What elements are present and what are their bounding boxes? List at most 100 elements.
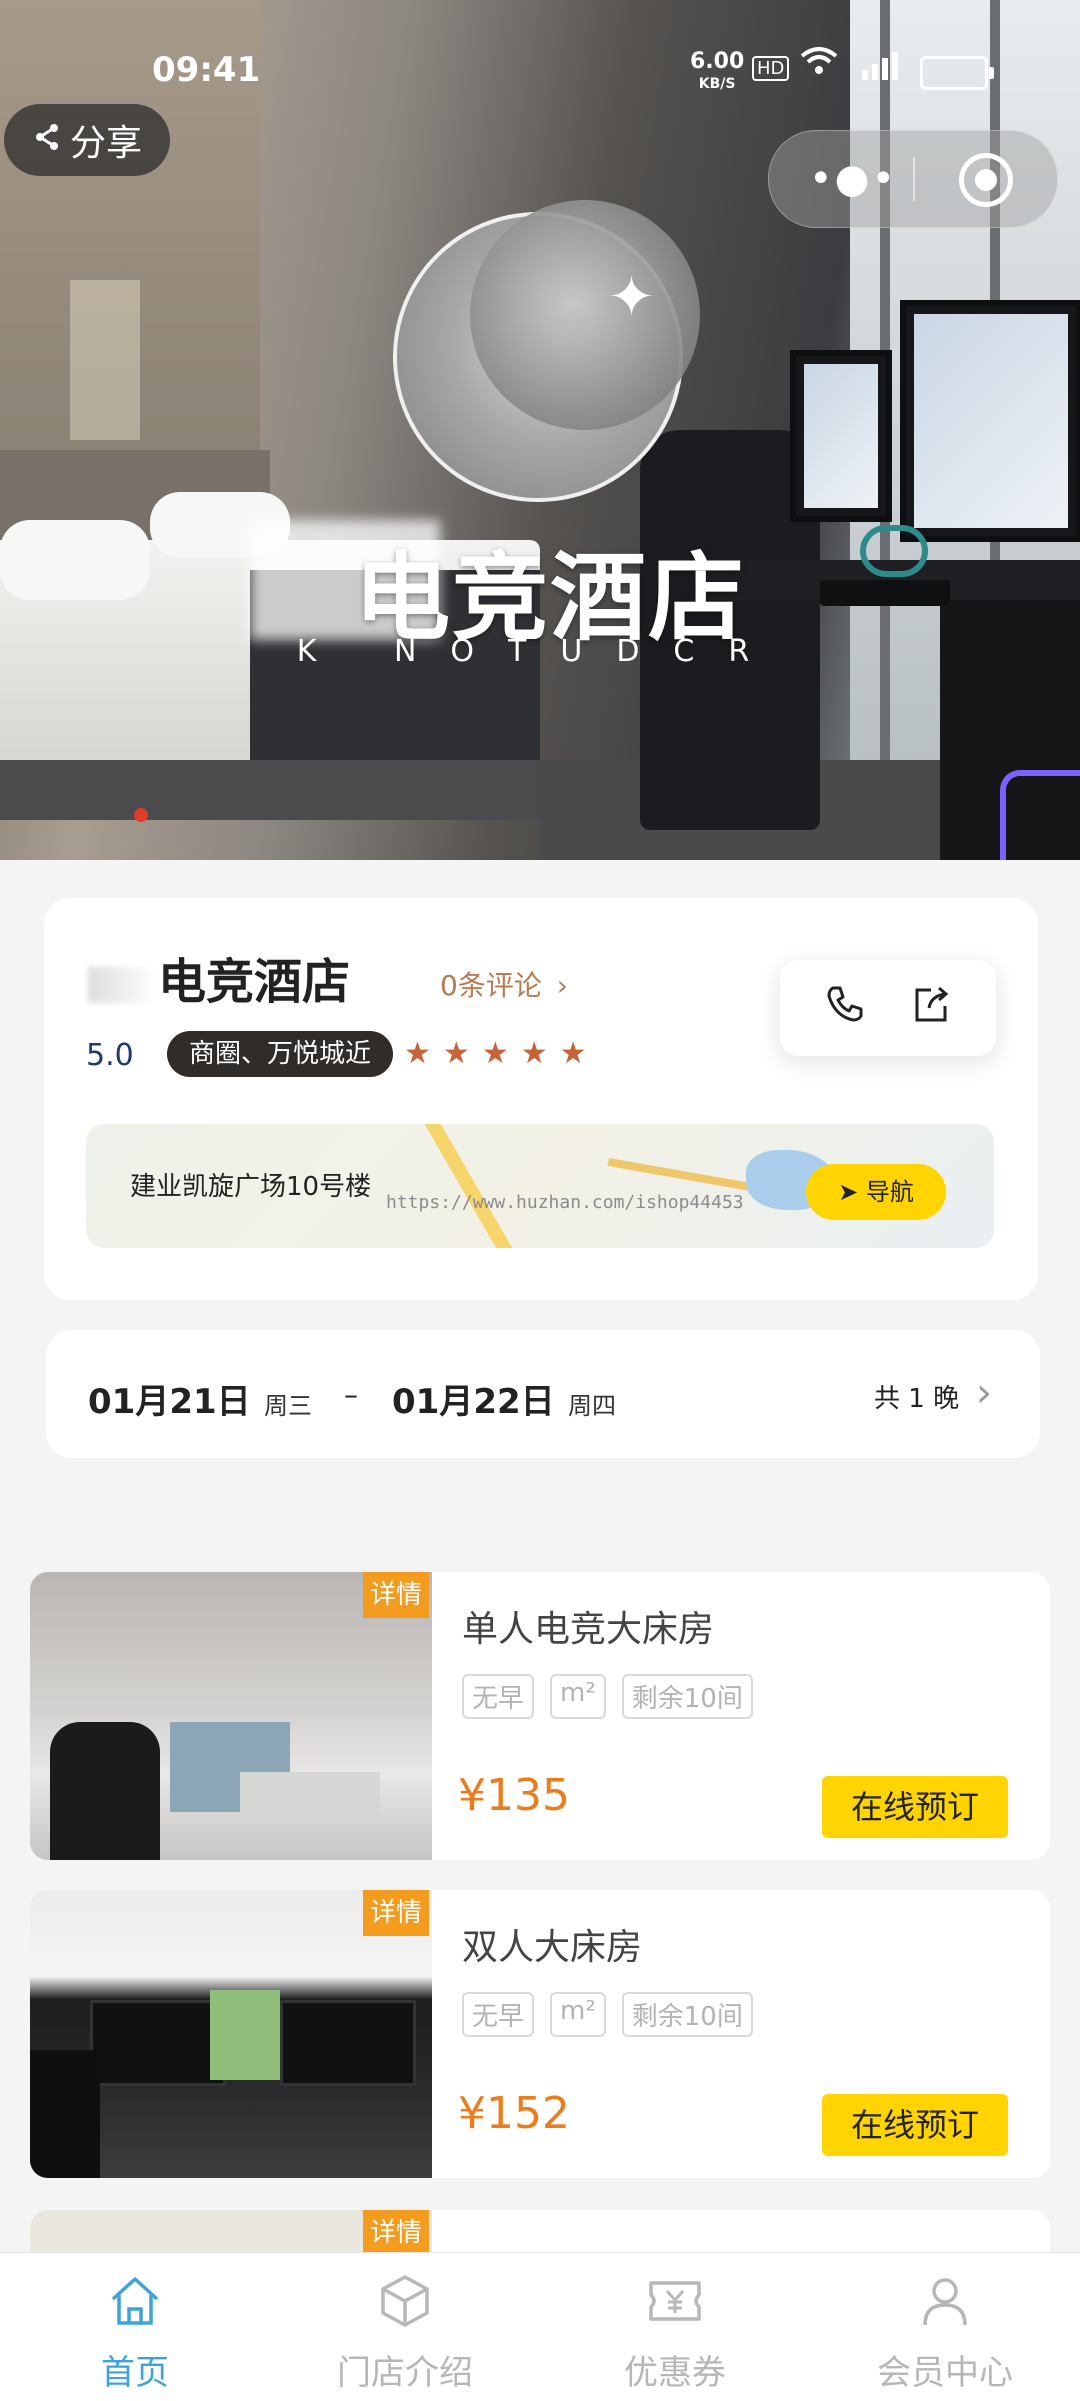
- share-button[interactable]: 分享: [4, 104, 170, 176]
- hotel-info-card: 电竞酒店 0条评论 › 5.0 商圈、万悦城近 ★★★★★ 建业凯旋广场10号楼…: [44, 898, 1038, 1300]
- user-icon: [915, 2271, 975, 2331]
- room-chip: m²: [550, 1992, 606, 2037]
- navigate-arrow-icon: ➤: [838, 1178, 859, 1206]
- reviews-link[interactable]: 0条评论 ›: [440, 964, 568, 1004]
- book-online-button[interactable]: 在线预订: [822, 1776, 1008, 1838]
- signal-icon: [860, 50, 904, 88]
- hero-led-strip: [1000, 770, 1080, 860]
- room-card[interactable]: 详情: [30, 2210, 1050, 2254]
- bottom-tab-bar: 首页 门店介绍 优惠券 会员中心: [0, 2252, 1080, 2401]
- nights-count: 共 1 晚: [874, 1384, 960, 1414]
- room-chips: 无早 m² 剩余10间: [462, 1674, 753, 1719]
- room-chip: 剩余10间: [621, 1992, 753, 2037]
- room-chips: 无早 m² 剩余10间: [462, 1992, 753, 2037]
- room-detail-tag[interactable]: 详情: [363, 1572, 429, 1618]
- hero-bed-base: [0, 760, 540, 820]
- battery-icon: [920, 56, 994, 90]
- room-chip: 剩余10间: [621, 1674, 753, 1719]
- map-road: [421, 1124, 525, 1248]
- moon-logo-shadow: [470, 200, 700, 430]
- tab-member-center[interactable]: 会员中心: [810, 2253, 1080, 2401]
- room-photo-monitor: [280, 2000, 416, 2086]
- room-name: 双人大床房: [462, 1927, 643, 1968]
- status-time: 09:41: [152, 50, 261, 90]
- room-photo-box: [210, 1990, 280, 2080]
- room-card[interactable]: 详情 双人大床房 无早 m² 剩余10间 ¥152 在线预订: [30, 1890, 1050, 2178]
- net-speed-unit: KB/S: [698, 76, 736, 92]
- hero-pillow: [0, 520, 150, 600]
- hero-headset: [860, 525, 928, 577]
- navigate-button[interactable]: ➤ 导航: [806, 1164, 946, 1220]
- mini-program-capsule: •●•: [768, 130, 1058, 228]
- box-icon: [375, 2271, 435, 2331]
- room-photo-chair: [50, 1722, 160, 1860]
- hd-badge: HD: [752, 56, 790, 81]
- net-speed-value: 6.00: [690, 49, 745, 74]
- reviews-label: 0条评论: [440, 969, 542, 1002]
- hero-monitor: [900, 300, 1080, 542]
- room-photo-chair: [30, 2050, 100, 2178]
- star-icon: ★: [442, 1036, 482, 1071]
- hotel-score: 5.0: [86, 1038, 134, 1073]
- stay-dates-card[interactable]: 01月21日 周三 – 01月22日 周四 共 1 晚 ›: [46, 1330, 1040, 1458]
- tab-home[interactable]: 首页: [0, 2253, 270, 2401]
- room-chip: m²: [550, 1674, 606, 1719]
- hotel-address: 建业凯旋广场10号楼: [130, 1172, 372, 1202]
- star-icon: ★: [520, 1036, 560, 1071]
- home-icon: [105, 2271, 165, 2331]
- coupon-icon: [645, 2271, 705, 2331]
- room-detail-tag[interactable]: 详情: [363, 1890, 429, 1936]
- carousel-indicator[interactable]: [134, 808, 148, 822]
- hotel-name-blurred: [88, 967, 158, 1003]
- rating-stars: ★★★★★: [404, 1036, 599, 1071]
- room-detail-tag[interactable]: 详情: [363, 2210, 429, 2254]
- hotel-name-text: 电竞酒店: [158, 954, 351, 1010]
- tab-store-intro[interactable]: 门店介绍: [270, 2253, 540, 2401]
- share-label: 分享: [69, 123, 142, 164]
- contact-actions: [780, 960, 996, 1056]
- checkin-weekday: 周三: [264, 1392, 312, 1420]
- star-icon: ★: [404, 1036, 443, 1071]
- tab-label: 门店介绍: [337, 2353, 473, 2393]
- room-price: ¥152: [458, 2088, 570, 2139]
- wifi-icon: [800, 44, 838, 85]
- star-icon: ★: [559, 1036, 599, 1071]
- tab-label: 会员中心: [877, 2353, 1013, 2393]
- book-online-button[interactable]: 在线预订: [822, 2094, 1008, 2156]
- date-separator: –: [344, 1378, 358, 1411]
- room-photo-bed: [240, 1772, 380, 1822]
- hero-monitor: [790, 350, 892, 522]
- location-map[interactable]: 建业凯旋广场10号楼 https://www.huzhan.com/ishop4…: [86, 1124, 994, 1248]
- chevron-right-icon: ›: [976, 1370, 992, 1416]
- checkin-date: 01月21日: [88, 1382, 251, 1422]
- room-price: ¥135: [458, 1770, 570, 1821]
- hero-banner[interactable]: ✦ 电竞酒店 K NOTUDCR 09:41 6.00 KB/S HD 分享 •…: [0, 0, 1080, 860]
- room-chip: 无早: [462, 1674, 535, 1719]
- checkout-date: 01月22日: [392, 1382, 555, 1422]
- phone-icon[interactable]: [820, 982, 870, 1032]
- room-card[interactable]: 详情 单人电竞大床房 无早 m² 剩余10间 ¥135 在线预订: [30, 1572, 1050, 1860]
- share-icon: [32, 120, 62, 161]
- tab-label: 优惠券: [624, 2353, 726, 2393]
- room-chip: 无早: [462, 1992, 535, 2037]
- checkout-weekday: 周四: [568, 1392, 616, 1420]
- star-logo-icon: ✦: [608, 265, 655, 330]
- star-icon: ★: [481, 1036, 521, 1071]
- capsule-divider: [913, 157, 915, 201]
- location-tag: 商圈、万悦城近: [167, 1031, 394, 1077]
- navigate-label: 导航: [865, 1178, 914, 1206]
- close-miniprogram-icon[interactable]: [959, 153, 1013, 207]
- share-external-icon[interactable]: [906, 982, 956, 1032]
- room-photo-monitor: [90, 2000, 226, 2086]
- hotel-name: 电竞酒店: [88, 942, 350, 1012]
- chevron-right-icon: ›: [556, 969, 568, 1002]
- logo-subtitle: K NOTUDCR: [296, 634, 784, 669]
- tab-coupons[interactable]: 优惠券: [540, 2253, 810, 2401]
- tab-label: 首页: [101, 2353, 169, 2393]
- map-watermark: https://www.huzhan.com/ishop44453: [386, 1192, 744, 1213]
- hero-wall-light: [70, 280, 140, 440]
- room-name: 单人电竞大床房: [462, 1609, 715, 1650]
- net-speed: 6.00 KB/S: [690, 49, 745, 94]
- status-bar: 09:41 6.00 KB/S HD: [0, 0, 1080, 120]
- more-menu-icon[interactable]: •●•: [809, 159, 897, 199]
